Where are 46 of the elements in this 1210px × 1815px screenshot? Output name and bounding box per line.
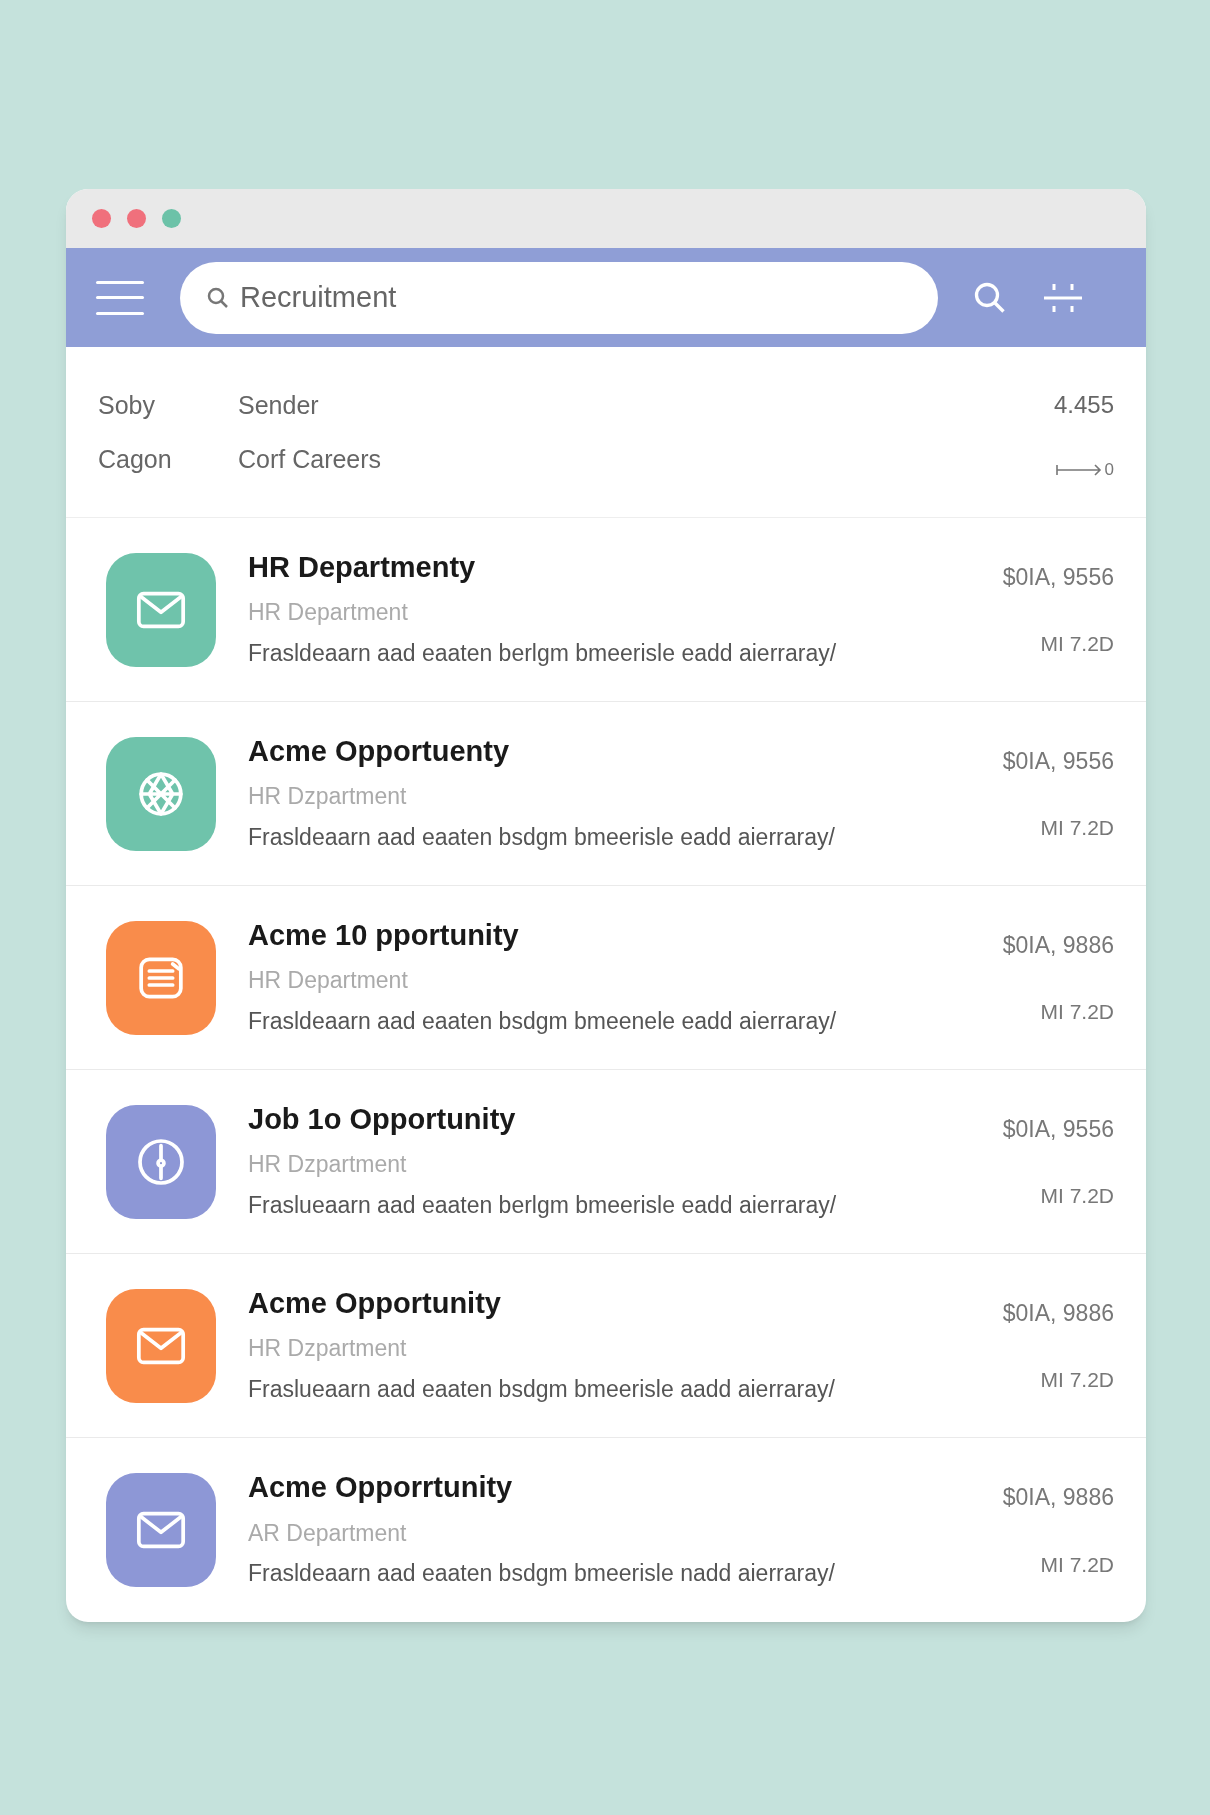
- date-label: MI 7.2D: [1040, 1182, 1114, 1209]
- message-row[interactable]: Acme Opportuenty HR Dzpartment Frasldeaarn aad eaaten bsdgm bmeerisle eadd aierraray/ $0IA, 9556 MI 7.2D: [66, 702, 1146, 886]
- search-field[interactable]: Recruitment: [180, 261, 938, 334]
- count-label: 4.455: [1053, 390, 1114, 420]
- range-end-label: 0: [1104, 459, 1114, 481]
- date-label: MI 7.2D: [1040, 814, 1114, 841]
- message-preview: Frasldeaarn aad eaaten bsdgm bmeerisle eadd aierraray/: [248, 822, 836, 852]
- message-row[interactable]: Acme Opporrtunity AR Department Frasldeaarn aad eaaten bsdgm bmeerisle nadd aierraray/ $0IA, 9886 MI 7.2D: [66, 1438, 1146, 1622]
- message-sender: AR Department: [248, 1518, 408, 1548]
- message-title: HR Departmenty: [248, 549, 477, 585]
- message-sender: HR Dzpartment: [248, 1150, 408, 1180]
- message-row[interactable]: Acme 10 pportunity HR Department Frasldeaarn aad eaaten bsdgm bmeenele eadd aierraray/ $0IA, 9886 MI 7.2D: [66, 886, 1146, 1070]
- field-label: Cagon: [98, 443, 173, 475]
- field-value: Corf Careers: [238, 443, 382, 475]
- date-label: MI 7.2D: [1040, 998, 1114, 1025]
- message-preview: Frasldeaarn aad eaaten berlgm bmeerisle eadd aierraray/: [248, 638, 838, 668]
- message-sender: HR Department: [248, 966, 409, 996]
- message-row[interactable]: Acme Opportunity HR Dzpartment Fraslueaarn aad eaaten bsdgm bmeerisle aadd aierraray/ $0IA, 9886 MI 7.2D: [66, 1254, 1146, 1438]
- field-label: Soby: [98, 390, 156, 421]
- menu-icon[interactable]: [96, 280, 144, 315]
- date-label: MI 7.2D: [1040, 1551, 1114, 1578]
- message-sender: HR Dzpartment: [248, 782, 408, 812]
- message-title: Acme Opportunity: [248, 1285, 502, 1321]
- message-sender: HR Dzpartment: [248, 1334, 408, 1364]
- message-title: Acme Opporrtunity: [248, 1470, 514, 1506]
- range-arrow-icon: [1054, 462, 1103, 477]
- search-icon: [206, 285, 230, 310]
- amount-label: $0IA, 9556: [1002, 747, 1114, 776]
- message-preview: Fraslueaarn aad eaaten bsdgm bmeerisle aadd aierraray/: [248, 1374, 836, 1404]
- message-title: Acme 10 pportunity: [248, 917, 520, 953]
- field-value: Sender: [238, 390, 320, 421]
- message-preview: Frasldeaarn aad eaaten bsdgm bmeenele eadd aierraray/: [248, 1006, 838, 1036]
- date-label: MI 7.2D: [1040, 630, 1114, 657]
- amount-label: $0IA, 9556: [1002, 563, 1114, 592]
- amount-label: $0IA, 9886: [1002, 1299, 1114, 1328]
- amount-label: $0IA, 9556: [1002, 1115, 1114, 1144]
- amount-label: $0IA, 9886: [1002, 931, 1114, 960]
- message-row[interactable]: HR Departmenty HR Department Frasldeaarn aad eaaten berlgm bmeerisle eadd aierraray/ $0IA, 9556 MI 7.2D: [66, 518, 1146, 702]
- message-preview: Fraslueaarn aad eaaten berlgm bmeerisle eadd aierraray/: [248, 1190, 838, 1220]
- message-preview: Frasldeaarn aad eaaten bsdgm bmeerisle nadd aierraray/: [248, 1559, 836, 1589]
- message-title: Job 1o Opportunity: [248, 1101, 517, 1137]
- message-title: Acme Opportuenty: [248, 733, 511, 769]
- message-row[interactable]: Job 1o Opportunity HR Dzpartment Fraslueaarn aad eaaten berlgm bmeerisle eadd aierraray/ $0IA, 9556 MI 7.2D: [66, 1070, 1146, 1254]
- message-sender: HR Department: [248, 598, 409, 628]
- date-label: MI 7.2D: [1040, 1366, 1114, 1393]
- amount-label: $0IA, 9886: [1002, 1483, 1114, 1512]
